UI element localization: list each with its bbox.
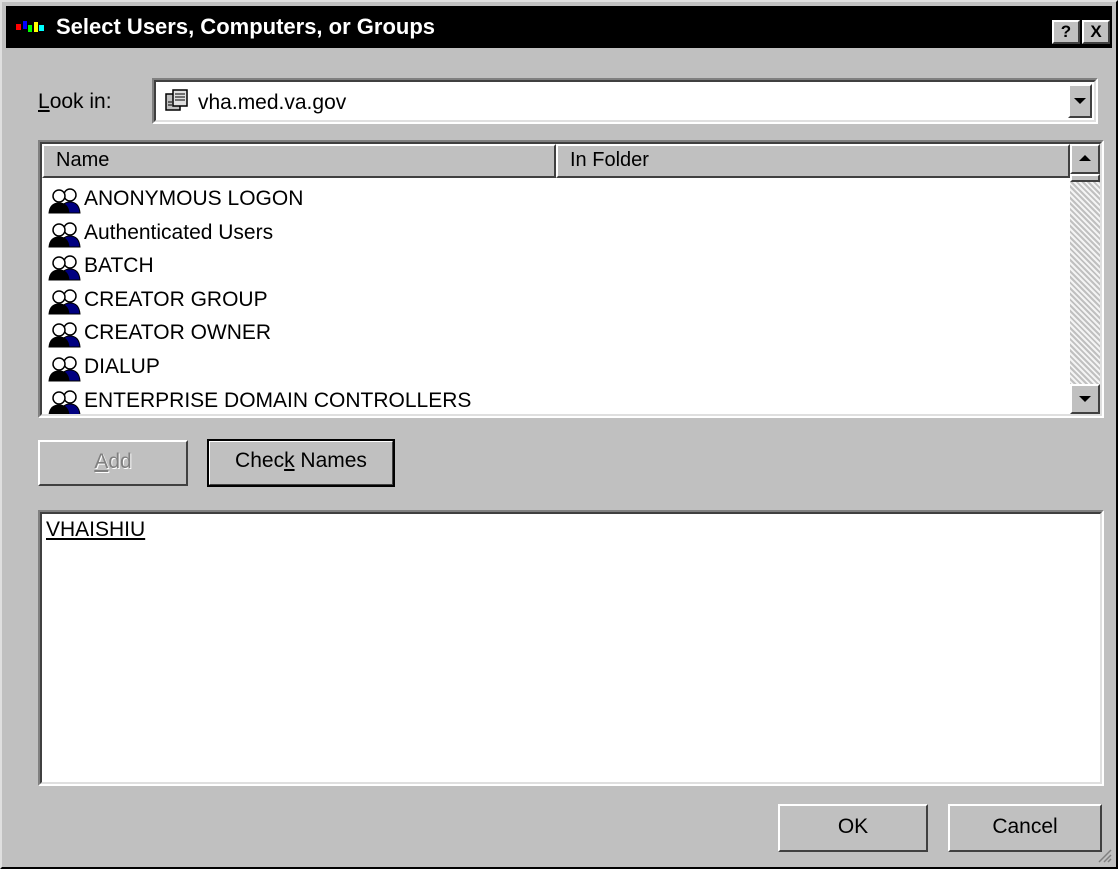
list-item[interactable]: CREATOR GROUP [44, 283, 1068, 317]
selected-names-field[interactable]: VHAISHIU [38, 510, 1104, 786]
list-item-label: ANONYMOUS LOGON [84, 187, 304, 210]
list-item[interactable]: DIALUP [44, 350, 1068, 384]
column-header-name[interactable]: Name [42, 144, 556, 178]
group-icon [48, 356, 81, 382]
arrow-down-icon [1079, 396, 1091, 402]
cancel-button[interactable]: Cancel [948, 804, 1102, 852]
add-button[interactable]: Add [38, 440, 188, 486]
list-item[interactable]: ENTERPRISE DOMAIN CONTROLLERS [44, 384, 1068, 414]
list-item-label: BATCH [84, 254, 154, 278]
list-rows: ANONYMOUS LOGON Authenticated Users BATC… [44, 182, 1068, 414]
check-names-label-prefix: Chec [235, 449, 285, 472]
domain-icon [165, 89, 188, 111]
look-in-value: vha.med.va.gov [198, 91, 347, 114]
list-item-label: Authenticated Users [84, 220, 274, 244]
check-names-button[interactable]: Check Names [207, 439, 395, 487]
list-item[interactable]: Authenticated Users [44, 216, 1068, 250]
add-hotkey: A [94, 450, 109, 473]
list-item[interactable]: BATCH [44, 249, 1068, 283]
app-icon [16, 21, 44, 32]
list-item[interactable]: CREATOR OWNER [44, 316, 1068, 350]
list-item[interactable]: ANONYMOUS LOGON [44, 182, 1068, 216]
list-item-label: ENTERPRISE DOMAIN CONTROLLERS [84, 388, 472, 412]
list-item-label: DIALUP [84, 354, 160, 378]
group-icon [48, 255, 81, 281]
group-icon [48, 389, 81, 414]
directory-list[interactable]: Name In Folder ANONYMOUS LOGON Authentic… [38, 140, 1104, 418]
resize-grip-icon[interactable] [1096, 847, 1112, 863]
close-button[interactable]: X [1082, 20, 1110, 44]
check-names-hotkey: k [284, 449, 295, 472]
look-in-hotkey: L [38, 90, 50, 113]
arrow-up-icon [1079, 155, 1091, 161]
selected-name-entry[interactable]: VHAISHIU [46, 518, 145, 542]
scroll-up-button[interactable] [1070, 144, 1100, 174]
group-icon [48, 221, 81, 248]
title-bar[interactable]: Select Users, Computers, or Groups ? X [6, 6, 1112, 48]
dialog-window: Select Users, Computers, or Groups ? X L… [0, 0, 1118, 869]
scroll-down-button[interactable] [1070, 384, 1100, 414]
scroll-thumb[interactable] [1070, 174, 1100, 182]
look-in-label: Look in: [38, 90, 112, 114]
ok-button[interactable]: OK [778, 804, 928, 852]
help-button[interactable]: ? [1052, 20, 1080, 44]
list-item-label: CREATOR OWNER [84, 321, 272, 345]
check-names-label-suffix: Names [294, 449, 367, 472]
list-scrollbar[interactable] [1070, 144, 1100, 414]
group-icon [48, 188, 81, 214]
look-in-combo[interactable]: vha.med.va.gov [152, 78, 1098, 124]
chevron-down-icon [1074, 98, 1086, 104]
window-title: Select Users, Computers, or Groups [56, 14, 435, 39]
group-icon [48, 322, 81, 349]
add-label: dd [108, 450, 132, 473]
list-item-label: CREATOR GROUP [84, 287, 268, 311]
column-header-in-folder[interactable]: In Folder [556, 144, 1070, 178]
look-in-label-text: ook in: [49, 90, 112, 113]
look-in-dropdown-button[interactable] [1068, 84, 1092, 118]
group-icon [48, 289, 81, 315]
